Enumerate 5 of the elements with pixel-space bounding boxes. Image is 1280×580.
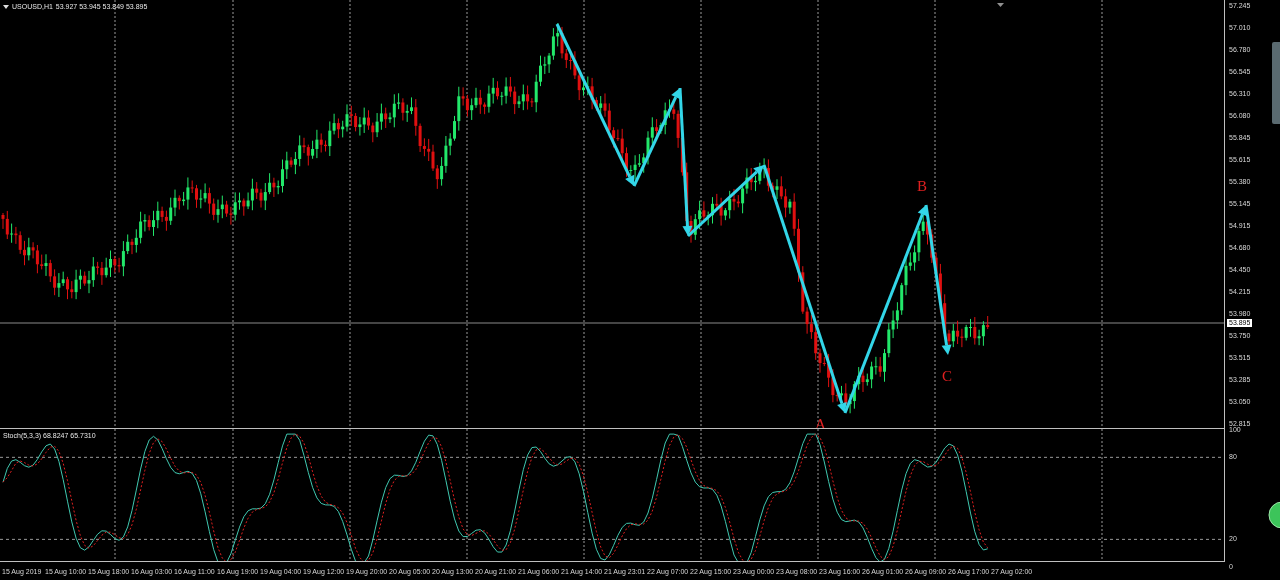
floating-widget-icon[interactable]	[1268, 501, 1280, 529]
dropdown-icon[interactable]	[3, 4, 9, 9]
wave-label: C	[942, 369, 952, 384]
wave-label: B	[917, 179, 927, 194]
chart-shift-icon[interactable]	[997, 3, 1004, 7]
